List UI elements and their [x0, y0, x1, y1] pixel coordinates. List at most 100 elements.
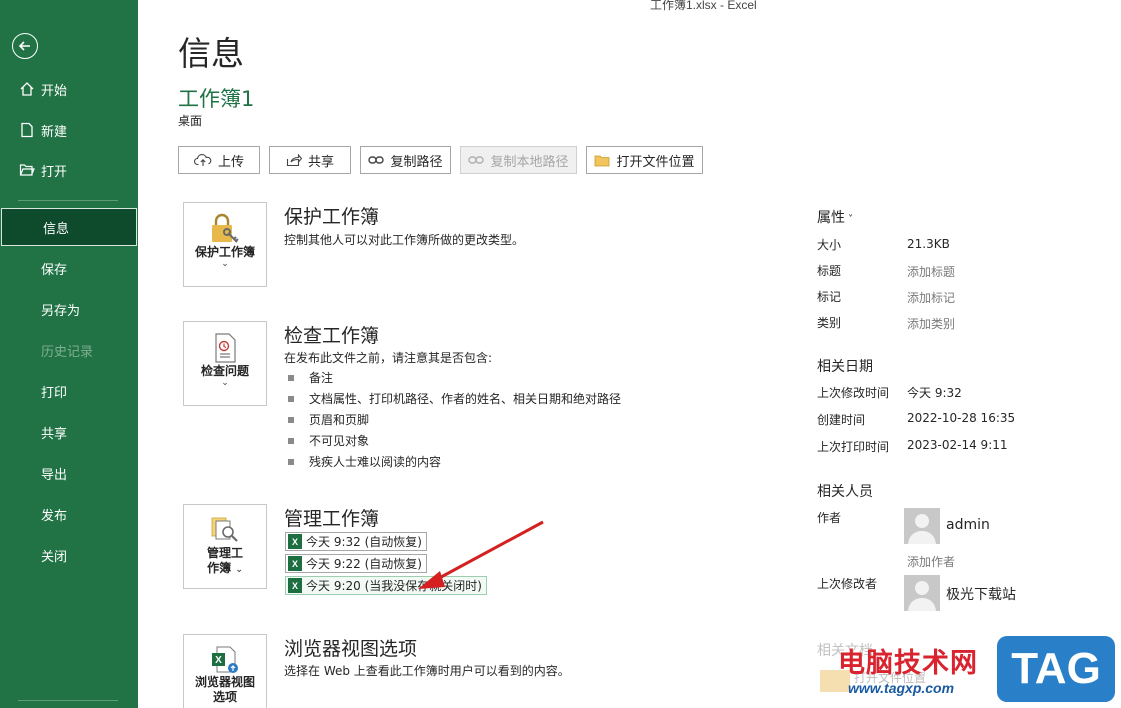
copy-path-button[interactable]: 复制路径 — [360, 146, 451, 174]
add-category-field[interactable]: 添加类别 — [907, 315, 955, 332]
excel-file-icon: X — [288, 556, 302, 571]
related-people-heading: 相关人员 — [817, 484, 873, 500]
sidebar-item-export[interactable]: 导出 — [0, 454, 138, 492]
prop-modified-value: 今天 9:32 — [907, 386, 962, 400]
open-location-button[interactable]: 打开文件位置 — [586, 146, 703, 174]
sidebar-item-save[interactable]: 保存 — [0, 249, 138, 287]
properties-heading: 属性 — [817, 210, 845, 226]
bullet-text: 不可见对象 — [309, 434, 370, 448]
modifier-name[interactable]: 极光下载站 — [946, 584, 1016, 604]
folder-icon — [595, 155, 610, 166]
inspect-bullet: 备注 — [288, 369, 333, 386]
watermark-text: 电脑技术网 — [838, 648, 978, 679]
share-button-label: 共享 — [307, 154, 334, 170]
inspect-desc: 在发布此文件之前，请注意其是否包含: — [284, 351, 493, 365]
manage-title: 管理工作簿 — [284, 508, 380, 530]
sidebar-item-publish[interactable]: 发布 — [0, 495, 138, 533]
related-dates-heading: 相关日期 — [817, 359, 873, 375]
page-title: 信息 — [178, 34, 244, 73]
add-author-link[interactable]: 添加作者 — [907, 553, 955, 570]
sidebar-item-label: 历史记录 — [41, 344, 94, 360]
add-title-field[interactable]: 添加标题 — [907, 263, 955, 280]
link-icon — [468, 156, 485, 164]
inspect-bullet: 页眉和页脚 — [288, 411, 369, 428]
copy-path-button-label: 复制路径 — [390, 154, 443, 170]
sidebar-item-label: 开始 — [41, 83, 68, 99]
home-icon — [18, 80, 36, 98]
inspect-document-icon — [215, 333, 236, 363]
protect-card-label: 保护工作簿 — [194, 245, 255, 259]
inspect-bullet: 残疾人士难以阅读的内容 — [288, 453, 441, 470]
prop-label: 类别 — [817, 316, 842, 330]
red-arrow-annotation — [418, 520, 544, 589]
sidebar-item-label: 打印 — [41, 385, 68, 401]
browser-card-label-2: 选项 — [212, 690, 237, 704]
watermark-logo: TAG — [997, 636, 1115, 702]
sidebar-item-print[interactable]: 打印 — [0, 372, 138, 410]
bullet-text: 备注 — [309, 371, 334, 385]
sidebar-item-home[interactable]: 开始 — [0, 70, 138, 108]
browser-card-label-1: 浏览器视图 — [194, 675, 255, 689]
share-icon — [286, 153, 302, 167]
lock-key-icon — [212, 213, 239, 243]
copy-local-path-button: 复制本地路径 — [460, 146, 577, 174]
open-folder-icon — [18, 161, 36, 179]
sidebar-item-history: 历史记录 — [0, 331, 138, 369]
svg-text:X: X — [215, 655, 222, 666]
sidebar-item-label: 共享 — [41, 426, 68, 442]
sidebar-item-info[interactable]: 信息 — [1, 208, 137, 246]
share-button[interactable]: 共享 — [269, 146, 351, 174]
sidebar-item-save-as[interactable]: 另存为 — [0, 290, 138, 328]
protect-workbook-button[interactable]: 保护工作簿 ⌄ — [183, 202, 267, 287]
sidebar-item-label: 导出 — [41, 467, 68, 483]
sidebar-divider — [18, 200, 118, 201]
prop-printed-value: 2023-02-14 9:11 — [907, 438, 1008, 452]
excel-web-icon: X — [212, 646, 238, 673]
sidebar-item-share[interactable]: 共享 — [0, 413, 138, 451]
sidebar-item-open[interactable]: 打开 — [0, 151, 138, 189]
new-document-icon — [18, 121, 36, 139]
backstage-sidebar: 开始 新建 打开 信息 保存 另存为 历史记录 打印 共享 导出 发布 关闭 — [0, 0, 138, 708]
properties-dropdown[interactable]: 属性 ˅ — [817, 207, 853, 227]
prop-label: 上次修改者 — [817, 577, 878, 591]
prop-label: 标题 — [817, 264, 842, 278]
prop-label: 大小 — [817, 238, 842, 252]
sidebar-item-label: 保存 — [41, 262, 68, 278]
protect-title: 保护工作簿 — [284, 206, 380, 228]
chevron-down-icon: ⌄ — [221, 259, 229, 269]
link-icon — [368, 156, 385, 164]
sidebar-item-label: 关闭 — [41, 549, 68, 565]
prop-label: 上次修改时间 — [817, 386, 890, 400]
copy-local-path-button-label: 复制本地路径 — [490, 154, 569, 170]
chevron-down-icon: ⌄ — [221, 378, 229, 388]
avatar — [904, 508, 940, 544]
manage-card-label-text: 作簿 — [207, 561, 232, 575]
prop-label: 上次打印时间 — [817, 440, 890, 454]
chevron-down-icon: ˅ — [845, 214, 854, 225]
upload-button[interactable]: 上传 — [178, 146, 260, 174]
back-arrow-icon[interactable] — [12, 33, 38, 59]
sidebar-item-new[interactable]: 新建 — [0, 111, 138, 149]
inspect-bullet: 文档属性、打印机路径、作者的姓名、相关日期和绝对路径 — [288, 390, 621, 407]
sidebar-item-label: 信息 — [43, 221, 70, 237]
workbook-name: 工作簿1 — [178, 87, 255, 111]
check-issues-button[interactable]: 检查问题 ⌄ — [183, 321, 267, 406]
prop-size-value: 21.3KB — [907, 237, 950, 251]
bullet-text: 页眉和页脚 — [309, 413, 370, 427]
manage-card-label-1: 管理工 — [206, 546, 243, 560]
excel-file-icon: X — [288, 534, 302, 549]
manage-versions-icon — [211, 517, 238, 542]
upload-button-label: 上传 — [217, 154, 244, 170]
manage-workbook-button[interactable]: 管理工 作簿 ⌄ — [183, 504, 267, 589]
sidebar-item-label: 打开 — [41, 164, 68, 180]
protect-desc: 控制其他人可以对此工作簿所做的更改类型。 — [284, 233, 525, 247]
watermark-url: www.tagxp.com — [848, 680, 955, 696]
add-tags-field[interactable]: 添加标记 — [907, 289, 955, 306]
author-name[interactable]: admin — [946, 517, 990, 533]
prop-label: 标记 — [817, 290, 842, 304]
prop-created-value: 2022-10-28 16:35 — [907, 411, 1016, 425]
browser-title: 浏览器视图选项 — [284, 638, 418, 660]
browser-view-options-button[interactable]: X 浏览器视图 选项 — [183, 634, 267, 708]
sidebar-item-close[interactable]: 关闭 — [0, 536, 138, 574]
inspect-bullet: 不可见对象 — [288, 432, 369, 449]
